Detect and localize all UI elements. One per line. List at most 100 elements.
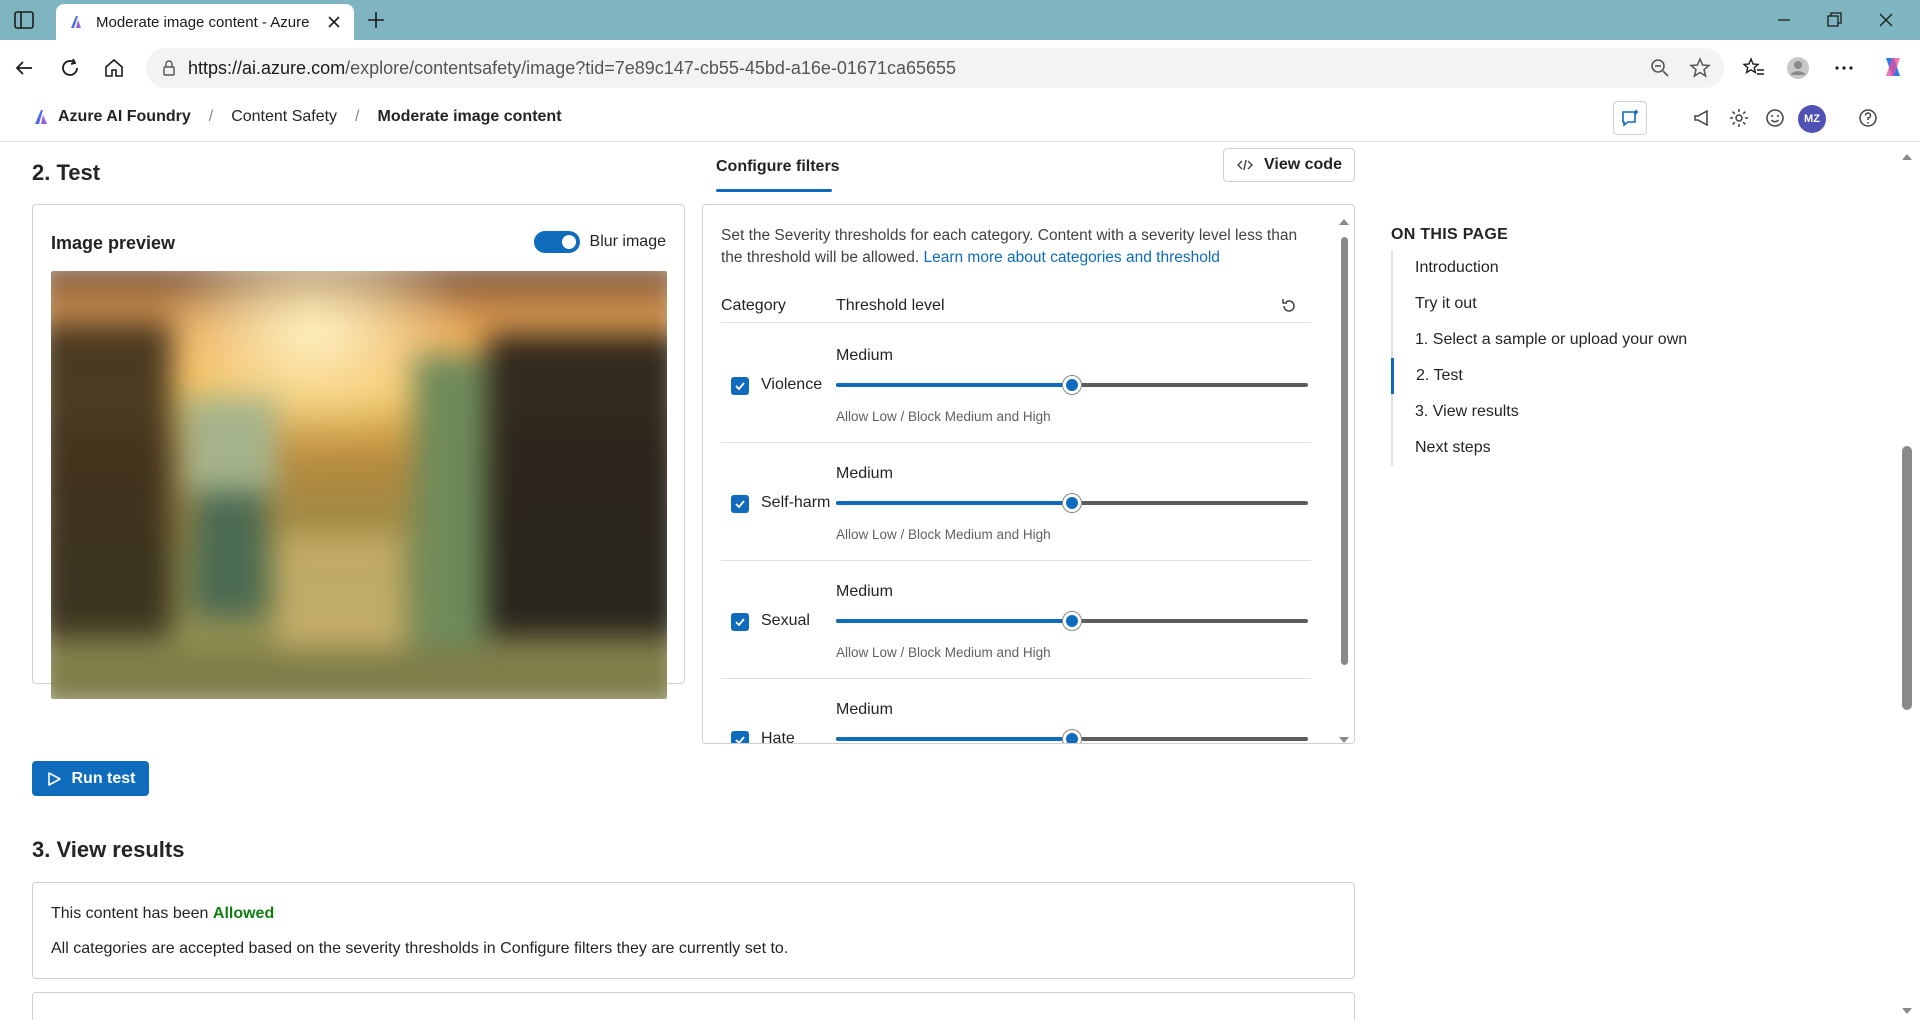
category-checkbox[interactable]: [731, 495, 749, 513]
configure-filters-card: Set the Severity thresholds for each cat…: [702, 204, 1355, 744]
help-icon[interactable]: [1856, 106, 1880, 130]
favorites-list-icon[interactable]: [1742, 56, 1766, 80]
result-status-badge: Allowed: [212, 905, 275, 922]
user-avatar[interactable]: MZ: [1798, 105, 1826, 133]
category-label: Self-harm: [761, 494, 831, 511]
scroll-up-icon[interactable]: [1338, 217, 1350, 227]
zoom-out-icon[interactable]: [1648, 56, 1672, 80]
tab-configure-filters[interactable]: Configure filters: [716, 158, 840, 176]
announcement-icon[interactable]: [1691, 106, 1715, 130]
breadcrumb-current: Moderate image content: [377, 108, 562, 125]
threshold-level-label: Medium: [836, 347, 893, 364]
blur-image-toggle[interactable]: Blur image: [533, 231, 666, 253]
threshold-slider[interactable]: [836, 611, 1308, 631]
azure-foundry-logo-icon: [35, 110, 47, 124]
code-icon: [1237, 159, 1254, 171]
toc-item[interactable]: 2. Test: [1391, 358, 1791, 394]
settings-gear-icon[interactable]: [1727, 106, 1751, 130]
app-header: Azure AI Foundry / Content Safety / Mode…: [0, 96, 1920, 142]
slider-thumb[interactable]: [1062, 375, 1082, 395]
category-label: Sexual: [761, 612, 810, 629]
category-checkbox[interactable]: [731, 731, 749, 743]
results-detail-card: [32, 992, 1355, 1020]
filter-row-violence: Violence Medium Allow Low / Block Medium a…: [721, 325, 1311, 443]
threshold-note: Allow Low / Block Medium and High: [836, 527, 1051, 542]
breadcrumb-content-safety[interactable]: Content Safety: [231, 108, 337, 126]
address-bar[interactable]: https://ai.azure.com/explore/contentsafe…: [146, 48, 1724, 88]
threshold-slider[interactable]: [836, 375, 1308, 395]
slider-fill: [836, 501, 1072, 505]
run-test-button[interactable]: Run test: [32, 761, 149, 796]
blur-toggle-switch[interactable]: [533, 231, 580, 253]
category-checkbox[interactable]: [731, 377, 749, 395]
profile-icon[interactable]: [1786, 56, 1810, 80]
slider-thumb[interactable]: [1062, 493, 1082, 513]
minimize-icon[interactable]: [1774, 10, 1794, 30]
column-threshold-level: Threshold level: [836, 297, 945, 314]
filters-description: Set the Severity thresholds for each cat…: [721, 227, 1298, 266]
page-scroll-up-icon[interactable]: [1900, 152, 1914, 162]
lock-icon[interactable]: [160, 59, 178, 77]
tab-active-indicator: [716, 189, 832, 192]
url-text: https://ai.azure.com/explore/contentsafe…: [188, 57, 957, 78]
browser-tab-active[interactable]: Moderate image content - Azure: [56, 4, 354, 40]
test-heading: 2. Test: [32, 160, 101, 185]
result-explanation: All categories are accepted based on the…: [51, 940, 789, 957]
view-results-heading: 3. View results: [32, 837, 185, 862]
threshold-level-label: Medium: [836, 465, 893, 482]
breadcrumb-home[interactable]: Azure AI Foundry: [58, 108, 191, 126]
category-checkbox[interactable]: [731, 613, 749, 631]
image-preview-card: Image preview Blur image: [32, 204, 685, 699]
view-code-button[interactable]: View code: [1223, 148, 1355, 182]
toc-item[interactable]: Next steps: [1391, 430, 1791, 466]
slider-fill: [836, 737, 1072, 741]
category-label: Violence: [761, 376, 823, 393]
checkmark-icon: [735, 736, 745, 743]
filter-row-sexual: Sexual Medium Allow Low / Block Medium and…: [721, 561, 1311, 679]
filter-row-self-harm: Self-harm Medium Allow Low / Block Medium …: [721, 443, 1311, 561]
threshold-note: Allow Low / Block Medium and High: [836, 409, 1051, 424]
filters-scrollbar[interactable]: [1338, 217, 1350, 745]
breadcrumb-separator: /: [208, 108, 214, 125]
page-scrollbar[interactable]: [1896, 142, 1920, 1020]
home-icon[interactable]: [102, 56, 126, 80]
chat-button[interactable]: [1613, 101, 1647, 135]
toc-item[interactable]: 1. Select a sample or upload your own: [1391, 322, 1791, 358]
result-status-line: This content has been Allowed: [51, 905, 275, 922]
close-tab-icon[interactable]: [326, 14, 342, 30]
tab-title: Moderate image content - Azure: [96, 13, 310, 31]
browser-tab-bar: Moderate image content - Azure: [0, 0, 1920, 40]
refresh-icon[interactable]: [58, 56, 82, 80]
threshold-note: Allow Low / Block Medium and High: [836, 645, 1051, 660]
slider-thumb[interactable]: [1062, 729, 1082, 743]
copilot-icon[interactable]: [1880, 54, 1906, 80]
restore-icon[interactable]: [1824, 10, 1844, 30]
play-icon: [47, 771, 61, 786]
learn-more-link[interactable]: Learn more about categories and threshol…: [923, 249, 1219, 266]
scroll-down-icon[interactable]: [1338, 735, 1350, 745]
back-arrow-icon[interactable]: [12, 56, 36, 80]
run-test-label: Run test: [71, 769, 136, 787]
chat-sparkle-icon: [1622, 109, 1639, 127]
toc-item[interactable]: 3. View results: [1391, 394, 1791, 430]
toc-item[interactable]: Try it out: [1391, 286, 1791, 322]
slider-thumb[interactable]: [1062, 611, 1082, 631]
on-this-page-title: ON THIS PAGE: [1391, 226, 1509, 243]
close-window-icon[interactable]: [1876, 10, 1896, 30]
page-content: 2. Test Image preview Blur image Configu…: [0, 142, 1920, 1020]
category-label: Hate: [761, 730, 795, 743]
reset-icon[interactable]: [1279, 296, 1299, 316]
toc-item[interactable]: Introduction: [1391, 250, 1791, 286]
more-options-icon[interactable]: [1832, 56, 1856, 80]
breadcrumb: Azure AI Foundry / Content Safety / Mode…: [32, 108, 562, 126]
filters-table-header: Category Threshold level: [721, 291, 1311, 323]
results-card: This content has been Allowed All catego…: [32, 882, 1355, 979]
threshold-slider[interactable]: [836, 493, 1308, 513]
feedback-smiley-icon[interactable]: [1763, 106, 1787, 130]
blurred-image-preview: [51, 271, 667, 699]
page-scroll-down-icon[interactable]: [1900, 1006, 1914, 1016]
threshold-slider[interactable]: [836, 729, 1308, 743]
new-tab-icon[interactable]: [366, 10, 386, 30]
favorite-star-icon[interactable]: [1688, 56, 1712, 80]
sidebar-toggle-icon[interactable]: [12, 8, 36, 32]
